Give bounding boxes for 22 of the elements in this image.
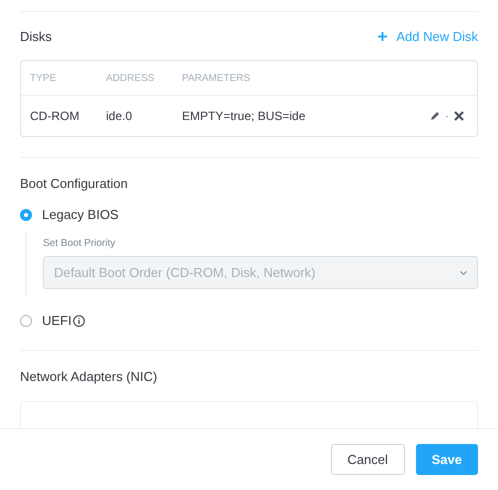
radio-label: Legacy BIOS xyxy=(42,207,119,222)
radio-button[interactable] xyxy=(20,314,32,326)
table-cell-text: ide.0 xyxy=(106,109,134,123)
table-cell-text: EMPTY=true; BUS=ide xyxy=(182,109,306,123)
add-disk-link[interactable]: Add New Disk xyxy=(378,29,478,44)
column-header: PARAMETERS xyxy=(182,72,252,84)
close-icon[interactable] xyxy=(454,111,464,121)
field-label: Set Boot Priority xyxy=(43,238,116,249)
section-title: Boot Configuration xyxy=(20,176,129,191)
table-cell-text: CD-ROM xyxy=(30,109,80,123)
plus-icon xyxy=(378,32,388,41)
column-header: ADDRESS xyxy=(106,72,156,84)
section-title: Network Adapters (NIC) xyxy=(20,369,158,384)
chevron-icon xyxy=(460,270,467,274)
cancel-button[interactable]: Cancel xyxy=(330,444,405,475)
radio-label: UEFI xyxy=(42,313,72,328)
save-button[interactable]: Save xyxy=(416,444,478,475)
edit-icon[interactable] xyxy=(430,111,440,121)
radio-button[interactable] xyxy=(20,208,32,220)
column-header: TYPE xyxy=(30,72,58,84)
section-title: Disks xyxy=(20,29,52,44)
info-icon xyxy=(72,314,85,326)
